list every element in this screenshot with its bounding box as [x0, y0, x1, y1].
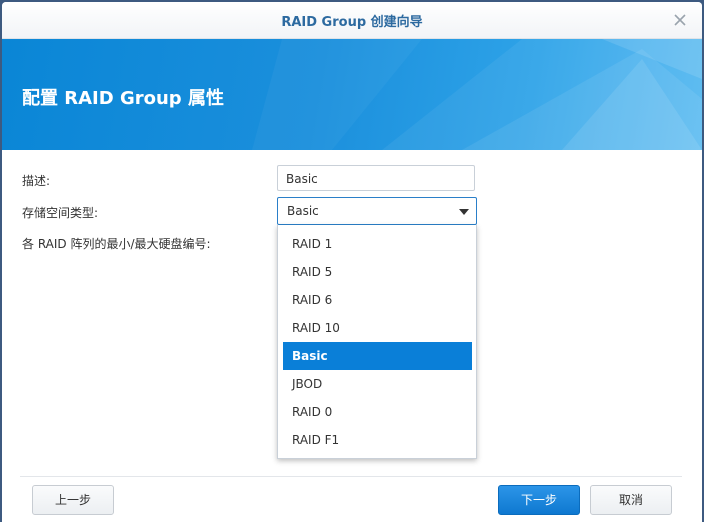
prev-button[interactable]: 上一步 [32, 485, 114, 515]
option-raid-10[interactable]: RAID 10 [283, 314, 472, 342]
footer-divider [20, 476, 682, 477]
window-title: RAID Group 创建向导 [281, 15, 423, 30]
storage-type-select[interactable]: Basic [277, 197, 477, 225]
storage-type-label: 存储空间类型: [22, 206, 99, 220]
raid-disk-count-label: 各 RAID 阵列的最小/最大硬盘编号: [22, 237, 211, 251]
option-raid-0[interactable]: RAID 0 [283, 398, 472, 426]
option-raid-5[interactable]: RAID 5 [283, 258, 472, 286]
cancel-button[interactable]: 取消 [590, 485, 672, 515]
storage-type-value: Basic [287, 204, 319, 218]
header-banner: 配置 RAID Group 属性 [2, 39, 702, 150]
title-bar: RAID Group 创建向导 [2, 2, 702, 39]
option-jbod[interactable]: JBOD [283, 370, 472, 398]
chevron-down-icon[interactable] [459, 209, 469, 215]
option-raid-f1[interactable]: RAID F1 [283, 426, 472, 454]
option-raid-1[interactable]: RAID 1 [283, 230, 472, 258]
description-label: 描述: [22, 174, 51, 188]
description-field[interactable]: Basic [277, 165, 475, 191]
storage-type-dropdown-list: RAID 1 RAID 5 RAID 6 RAID 10 Basic JBOD … [277, 225, 477, 459]
close-icon[interactable] [670, 10, 690, 30]
next-button[interactable]: 下一步 [498, 485, 580, 515]
page-title: 配置 RAID Group 属性 [22, 88, 224, 109]
option-raid-6[interactable]: RAID 6 [283, 286, 472, 314]
raid-group-wizard-dialog: RAID Group 创建向导 配置 RAID Group 属性 描述: Bas… [2, 2, 702, 522]
option-basic[interactable]: Basic [283, 342, 472, 370]
